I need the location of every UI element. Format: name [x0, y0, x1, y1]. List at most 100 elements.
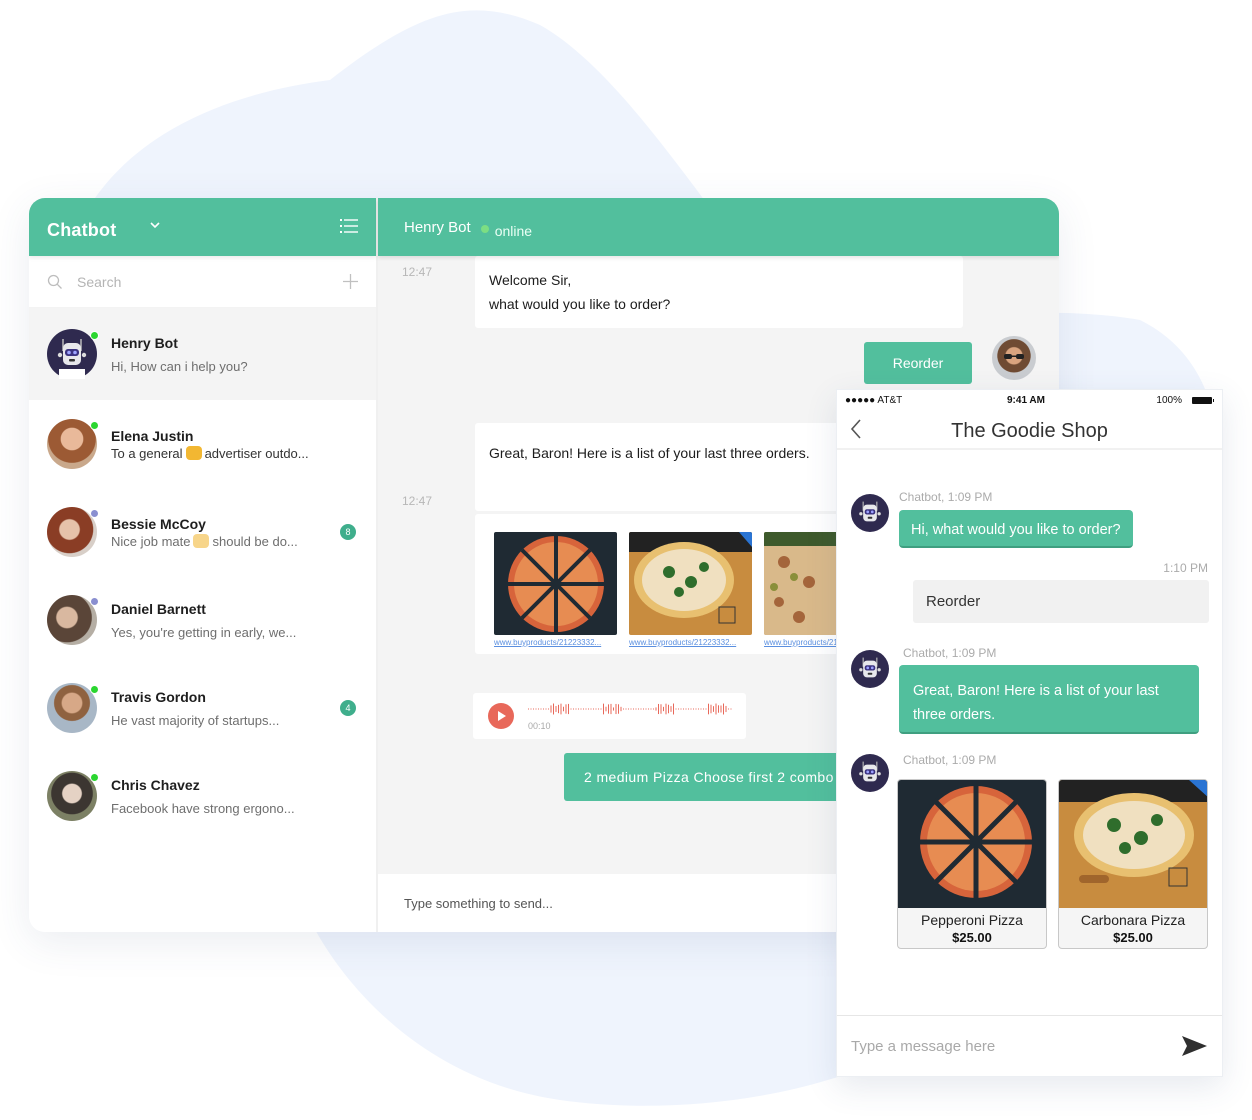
waveform-bar	[565, 704, 567, 714]
message-input[interactable]: Type a message here	[851, 1038, 995, 1055]
waveform-bar	[708, 703, 709, 715]
pizza-image-pepperoni[interactable]	[494, 532, 617, 635]
search-bar[interactable]: Search	[29, 256, 376, 308]
waveform-bar	[613, 707, 614, 711]
waveform-bar	[633, 708, 634, 710]
waveform-bar	[570, 708, 572, 710]
online-status-dot	[90, 685, 99, 694]
product-link[interactable]: www.buyproducts/21223332...	[494, 638, 617, 647]
contact-bessie-mccoy[interactable]: Bessie McCoy Nice job mate should be do..…	[29, 488, 376, 576]
robot-icon	[851, 650, 889, 688]
waveform-bar	[675, 708, 677, 710]
message-input[interactable]: Type something to send...	[404, 896, 553, 911]
user-message-combo: 2 medium Pizza Choose first 2 combo	[564, 753, 864, 801]
product-name: Carbonara Pizza	[1080, 912, 1186, 928]
pizza-image-pepperoni	[898, 780, 1046, 908]
chevron-down-icon[interactable]	[149, 220, 161, 230]
product-card[interactable]: Carbonara Pizza $25.00	[1058, 779, 1208, 949]
avatar	[47, 771, 99, 821]
message-meta: Chatbot, 1:09 PM	[899, 490, 993, 504]
waveform-bar	[583, 708, 584, 710]
waveform-bar	[568, 703, 569, 715]
waveform-bar	[680, 708, 682, 710]
send-icon[interactable]	[1180, 1034, 1208, 1058]
message-text: To a general	[111, 445, 183, 461]
waveform-bar	[538, 708, 539, 710]
away-status-dot	[90, 509, 99, 518]
waveform-bar	[723, 703, 724, 715]
waveform-bar	[640, 708, 642, 710]
waveform-bar	[643, 708, 644, 710]
unread-badge: 4	[340, 700, 356, 716]
product-link[interactable]: www.buyproducts/21223332...	[629, 638, 752, 647]
bot-message: Great, Baron! Here is a list of your las…	[899, 665, 1199, 734]
robot-icon	[851, 494, 889, 532]
message-timestamp: 12:47	[402, 265, 433, 279]
chat-status: online	[494, 223, 533, 239]
waveform-bar	[585, 708, 587, 710]
contact-chris-chavez[interactable]: Chris Chavez Facebook have strong ergono…	[29, 752, 376, 840]
reorder-button[interactable]: Reorder	[864, 342, 972, 384]
raised-hands-emoji-icon	[193, 533, 210, 548]
contact-last-message: He vast majority of startups...	[111, 712, 280, 728]
waveform-bar	[655, 707, 657, 711]
contact-last-message: Hi, How can i help you?	[111, 358, 248, 374]
waveform-bar	[603, 703, 604, 715]
message-text: should be do...	[212, 533, 298, 549]
product-name: Pepperoni Pizza	[921, 912, 1023, 928]
search-input[interactable]: Search	[77, 274, 121, 290]
sidebar-header: Chatbot	[29, 198, 376, 256]
list-menu-icon[interactable]	[340, 218, 358, 234]
contact-henry-bot[interactable]: Henry Bot Hi, How can i help you?	[29, 308, 376, 400]
pizza-image-carbonara[interactable]	[629, 532, 752, 635]
robot-icon	[851, 754, 889, 792]
online-status-dot	[90, 421, 99, 430]
message-meta: Chatbot, 1:09 PM	[903, 753, 997, 767]
mobile-message-composer[interactable]: Type a message here	[837, 1015, 1222, 1077]
waveform-bar	[728, 708, 729, 710]
waveform-bar	[560, 703, 562, 715]
thumbs-up-emoji-icon	[185, 445, 202, 460]
search-icon	[47, 274, 62, 289]
mobile-chat-screen: ●●●●● AT&T 9:41 AM 100% The Goodie Shop …	[836, 389, 1223, 1077]
contact-last-message: Facebook have strong ergono...	[111, 800, 295, 816]
status-bar: ●●●●● AT&T 9:41 AM 100%	[837, 390, 1222, 412]
add-chat-icon[interactable]	[343, 274, 358, 289]
waveform-bar	[690, 708, 692, 710]
contact-elena-justin[interactable]: Elena Justin To a general advertiser outd…	[29, 400, 376, 488]
waveform-bar	[645, 708, 647, 710]
audio-duration: 00:10	[528, 721, 551, 731]
waveform-bar	[553, 703, 554, 715]
waveform-bar	[600, 708, 602, 710]
audio-waveform[interactable]	[528, 699, 733, 719]
waveform-bar	[658, 703, 659, 715]
voice-message: 00:10	[473, 693, 746, 739]
product-price: $25.00	[1113, 930, 1153, 945]
contact-last-message: Yes, you're getting in early, we...	[111, 624, 297, 640]
pizza-image-carbonara	[1059, 780, 1207, 908]
waveform-bar	[618, 704, 619, 714]
waveform-bar	[653, 708, 654, 710]
waveform-bar	[693, 708, 694, 710]
waveform-bar	[610, 703, 612, 715]
waveform-bar	[558, 704, 559, 714]
play-button[interactable]	[488, 703, 514, 729]
contact-daniel-barnett[interactable]: Daniel Barnett Yes, you're getting in ea…	[29, 576, 376, 664]
contact-last-message: Nice job mate should be do...	[111, 533, 298, 549]
away-status-dot	[90, 597, 99, 606]
waveform-bar	[630, 708, 632, 710]
waveform-bar	[573, 708, 574, 710]
waveform-bar	[705, 708, 707, 710]
waveform-bar	[535, 708, 537, 710]
waveform-bar	[548, 708, 549, 710]
waveform-bar	[540, 708, 542, 710]
waveform-bar	[620, 706, 622, 712]
bot-avatar	[851, 754, 889, 792]
avatar	[47, 329, 99, 379]
waveform-bar	[660, 704, 662, 714]
contact-travis-gordon[interactable]: Travis Gordon He vast majority of startu…	[29, 664, 376, 752]
shop-title: The Goodie Shop	[951, 420, 1108, 442]
waveform-bar	[608, 704, 609, 714]
product-card[interactable]: Pepperoni Pizza $25.00	[897, 779, 1047, 949]
contact-name: Travis Gordon	[111, 688, 206, 705]
